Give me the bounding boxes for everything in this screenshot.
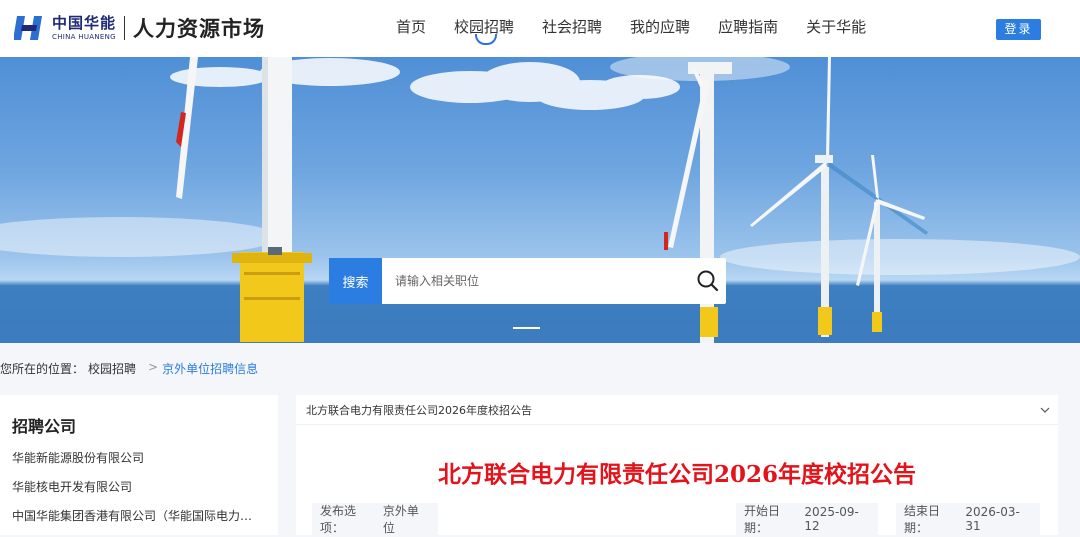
search-button[interactable]: 搜索 [329, 258, 382, 304]
publish-option: 发布选项： 京外单位 [312, 503, 438, 535]
logo[interactable]: 中国华能 CHINA HUANENG 人力资源市场 [13, 13, 266, 43]
huaneng-logo-icon [13, 14, 46, 42]
publish-value: 京外单位 [382, 504, 419, 535]
nav-my-applications[interactable]: 我的应聘 [630, 16, 690, 37]
announcement-panel: 北方联合电力有限责任公司2026年度校招公告 北方联合电力有限责任公司2026年… [296, 395, 1058, 535]
company-item[interactable]: 华能新能源股份有限公司 [12, 450, 262, 479]
announcement-title: 北方联合电力有限责任公司2026年度校招公告 [437, 461, 916, 488]
brand-name-cn: 中国华能 [52, 13, 117, 32]
sidebar-title: 招聘公司 [12, 417, 77, 436]
end-date-value: 2026-03-31 [965, 505, 1020, 533]
job-search-box: 搜索 [329, 258, 726, 304]
nav-about[interactable]: 关于华能 [806, 16, 866, 37]
hero-banner: 搜索 [0, 57, 1080, 343]
breadcrumb-current[interactable]: 京外单位招聘信息 [162, 360, 258, 377]
company-item[interactable]: 中国华能集团香港有限公司（华能国际电力… [12, 508, 262, 537]
start-date-label: 开始日期： [744, 504, 781, 535]
brand-name-en: CHINA HUANENG [52, 32, 116, 41]
start-date-value: 2025-09-12 [804, 505, 859, 533]
login-button[interactable]: 登录 [996, 19, 1041, 40]
breadcrumb-separator: > [148, 360, 159, 374]
nav-campus-recruit[interactable]: 校园招聘 [454, 16, 514, 45]
nav-social-recruit[interactable]: 社会招聘 [542, 16, 602, 37]
main-nav: 首页 校园招聘 社会招聘 我的应聘 应聘指南 关于华能 [396, 16, 894, 45]
announcement-header[interactable]: 北方联合电力有限责任公司2026年度校招公告 [296, 395, 1058, 425]
start-date: 开始日期： 2025-09-12 [736, 503, 878, 535]
chevron-down-icon[interactable] [1040, 405, 1050, 415]
announcement-header-text: 北方联合电力有限责任公司2026年度校招公告 [306, 403, 532, 417]
job-search-input[interactable] [382, 258, 690, 304]
publish-label: 发布选项： [320, 504, 357, 535]
nav-guide[interactable]: 应聘指南 [718, 16, 778, 37]
company-sidebar: 招聘公司 华能新能源股份有限公司 华能核电开发有限公司 中国华能集团香港有限公司… [0, 395, 278, 535]
search-icon[interactable] [690, 258, 726, 304]
end-date-label: 结束日期： [904, 504, 941, 535]
company-item[interactable]: 华能核电开发有限公司 [12, 479, 262, 508]
logo-divider [124, 16, 126, 40]
site-title: 人力资源市场 [133, 17, 266, 41]
end-date: 结束日期： 2026-03-31 [896, 503, 1040, 535]
carousel-indicator[interactable] [513, 327, 540, 329]
top-header: 中国华能 CHINA HUANENG 人力资源市场 首页 校园招聘 社会招聘 我… [0, 0, 1080, 57]
nav-home[interactable]: 首页 [396, 16, 426, 37]
breadcrumb: 您所在的位置： 校园招聘 > 京外单位招聘信息 [0, 360, 262, 377]
breadcrumb-prefix: 您所在的位置： [0, 362, 85, 376]
breadcrumb-campus-recruit[interactable]: 校园招聘 [88, 360, 136, 377]
